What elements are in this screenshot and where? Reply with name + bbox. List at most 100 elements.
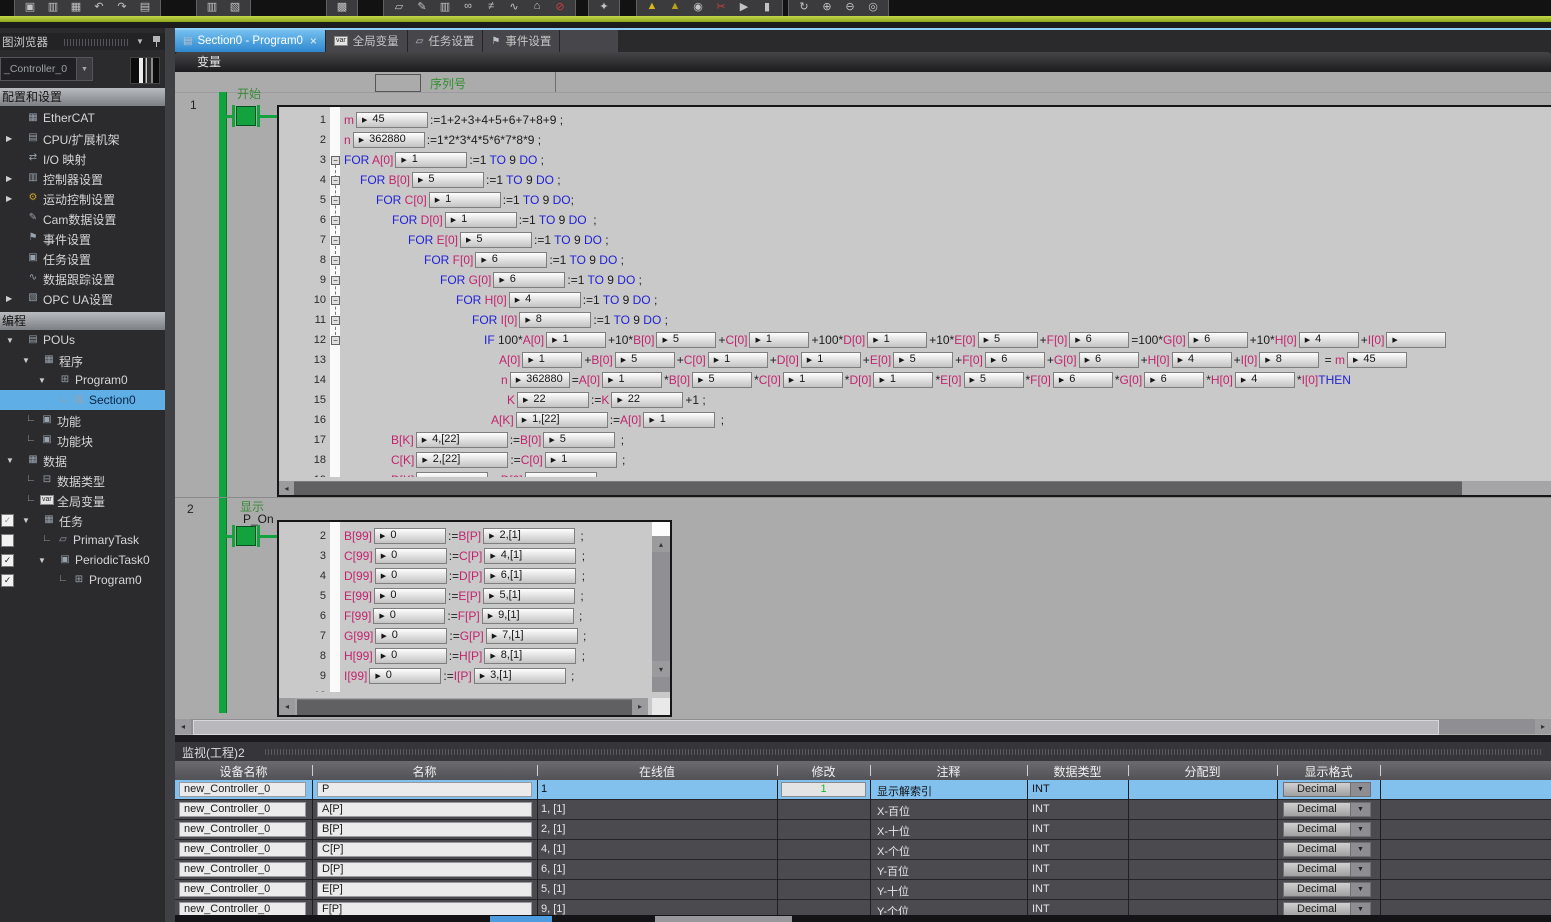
chevron-right-icon[interactable]: ▶ <box>6 294 12 303</box>
inline-watch-value[interactable]: ▶5,[1] <box>483 588 575 604</box>
chevron-down-icon[interactable]: ▼ <box>1350 803 1370 816</box>
inline-watch-value[interactable]: ▶8 <box>1259 352 1319 368</box>
wave-icon[interactable]: ∿ <box>504 0 524 15</box>
sidebar-item-OPC UA设置[interactable]: ▶▧OPC UA设置 <box>0 288 165 308</box>
inline-watch-value[interactable]: ▶1 <box>867 332 927 348</box>
display-format-select[interactable]: Decimal▼ <box>1283 902 1371 915</box>
sidebar-item-Section0[interactable]: ∟▤Section0 <box>0 390 165 410</box>
tab-section0-program0[interactable]: ▤Section0 - Program0× <box>175 30 326 52</box>
inline-watch-value[interactable]: ▶22 <box>611 392 683 408</box>
watch-table-row[interactable]: new_Controller_0B[P]2, [1]X-十位INTDecimal… <box>175 820 1551 840</box>
inline-watch-value[interactable]: ▶0 <box>374 588 446 604</box>
inline-watch-value[interactable]: ▶6 <box>1069 332 1129 348</box>
inline-watch-value[interactable]: ▶5 <box>412 172 484 188</box>
inline-watch-value[interactable]: ▶3,[1] <box>474 668 566 684</box>
watch-table-row[interactable]: new_Controller_0P11显示解索引INTDecimal▼ <box>175 780 1551 800</box>
inline-watch-value[interactable]: ▶ <box>525 472 597 477</box>
variable-name-cell[interactable]: E[P] <box>317 882 532 897</box>
tab-global-variables[interactable]: var全局变量 <box>326 30 408 52</box>
inline-watch-value[interactable]: ▶5 <box>964 372 1024 388</box>
fold-collapse-icon[interactable]: − <box>331 216 340 225</box>
scroll-right-icon[interactable]: ▸ <box>1535 719 1551 734</box>
inline-watch-value[interactable]: ▶45 <box>1347 352 1407 368</box>
sidebar-item-事件设置[interactable]: ⚑事件设置 <box>0 228 165 248</box>
scroll-down-icon[interactable]: ▾ <box>652 661 670 677</box>
inline-watch-value[interactable]: ▶5 <box>615 352 675 368</box>
sidebar-item-数据类型[interactable]: ∟⊟数据类型 <box>0 470 165 490</box>
cut-icon[interactable]: ✂ <box>711 0 731 15</box>
inline-watch-value[interactable]: ▶0 <box>375 628 447 644</box>
chevron-right-icon[interactable]: ▶ <box>6 174 12 183</box>
zoom-fit-icon[interactable]: ◎ <box>863 0 883 15</box>
paste-icon[interactable]: ▧ <box>225 0 245 15</box>
inline-watch-value[interactable]: ▶1 <box>545 452 617 468</box>
inline-watch-value[interactable]: ▶6,[1] <box>484 568 576 584</box>
inline-watch-value[interactable]: ▶ <box>1386 332 1446 348</box>
inline-watch-value[interactable]: ▶362880 <box>353 132 425 148</box>
chevron-down-icon[interactable]: ▼ <box>22 516 30 525</box>
new-page-icon[interactable]: ▱ <box>389 0 409 15</box>
fold-collapse-icon[interactable]: − <box>331 256 340 265</box>
inline-watch-value[interactable]: ▶7,[1] <box>486 628 578 644</box>
sidebar-item-Cam数据设置[interactable]: ✎Cam数据设置 <box>0 208 165 228</box>
pause-icon[interactable]: ▮ <box>757 0 777 15</box>
variable-name-cell[interactable]: D[P] <box>317 862 532 877</box>
inline-watch-value[interactable]: ▶0 <box>375 648 447 664</box>
variable-name-cell[interactable]: P <box>317 782 532 797</box>
fold-collapse-icon[interactable]: − <box>331 316 340 325</box>
sidebar-item-控制器设置[interactable]: ▶▥控制器设置 <box>0 168 165 188</box>
sidebar-item-任务设置[interactable]: ▣任务设置 <box>0 248 165 268</box>
inline-watch-value[interactable]: ▶45 <box>356 112 428 128</box>
device-name-cell[interactable]: new_Controller_0 <box>179 842 306 857</box>
inline-watch-value[interactable]: ▶5 <box>692 372 752 388</box>
inline-watch-value[interactable]: ▶5 <box>978 332 1038 348</box>
link-icon[interactable]: ∞ <box>458 0 478 15</box>
watch-table-row[interactable]: new_Controller_0D[P]6, [1]Y-百位INTDecimal… <box>175 860 1551 880</box>
inline-watch-value[interactable]: ▶362880 <box>510 372 570 388</box>
inline-watch-value[interactable]: ▶4 <box>1172 352 1232 368</box>
inline-watch-value[interactable]: ▶1 <box>749 332 809 348</box>
chevron-down-icon[interactable]: ▼ <box>1350 883 1370 896</box>
zoom-in-icon[interactable]: ⊕ <box>817 0 837 15</box>
watch-table-row[interactable]: new_Controller_0C[P]4, [1]X-个位INTDecimal… <box>175 840 1551 860</box>
variable-name-cell[interactable]: B[P] <box>317 822 532 837</box>
sidebar-item-功能块[interactable]: ∟▣功能块 <box>0 430 165 450</box>
pin-icon[interactable] <box>153 36 160 42</box>
chevron-right-icon[interactable]: ▶ <box>6 194 12 203</box>
binoculars-icon[interactable]: ◉ <box>688 0 708 15</box>
sidebar-item-数据跟踪设置[interactable]: ∿数据跟踪设置 <box>0 268 165 288</box>
inline-watch-value[interactable]: ▶0 <box>369 668 441 684</box>
unlink-icon[interactable]: ≠ <box>481 0 501 15</box>
undo-icon[interactable]: ↶ <box>89 0 109 15</box>
save-all-icon[interactable]: ▥ <box>43 0 63 15</box>
copy-icon[interactable]: ▥ <box>202 0 222 15</box>
inline-watch-value[interactable]: ▶8,[1] <box>484 648 576 664</box>
chevron-down-icon[interactable]: ▼ <box>22 356 30 365</box>
inline-watch-value[interactable]: ▶6 <box>1079 352 1139 368</box>
sidebar-item-Program0[interactable]: ▼⊞Program0 <box>0 370 165 390</box>
fold-collapse-icon[interactable]: − <box>331 236 340 245</box>
chevron-down-icon[interactable]: ▼ <box>1350 823 1370 836</box>
chevron-down-icon[interactable]: ▼ <box>1350 843 1370 856</box>
edit-icon[interactable]: ✎ <box>412 0 432 15</box>
variable-name-cell[interactable]: A[P] <box>317 802 532 817</box>
sidebar-item-Program0[interactable]: ✓∟⊞Program0 <box>0 570 165 590</box>
scroll-left-icon[interactable]: ◂ <box>279 481 294 495</box>
device-name-cell[interactable]: new_Controller_0 <box>179 882 306 897</box>
sidebar-item-CPU/扩展机架[interactable]: ▶▤CPU/扩展机架 <box>0 128 165 148</box>
save-icon[interactable]: ▣ <box>20 0 40 15</box>
inline-watch-value[interactable]: ▶2,[1] <box>483 528 575 544</box>
inline-watch-value[interactable]: ▶6 <box>493 272 565 288</box>
chevron-down-icon[interactable]: ▼ <box>38 376 46 385</box>
watch-table-row[interactable]: new_Controller_0A[P]1, [1]X-百位INTDecimal… <box>175 800 1551 820</box>
variable-name-cell[interactable]: C[P] <box>317 842 532 857</box>
delete-icon[interactable]: ▦ <box>66 0 86 15</box>
variables-bar[interactable]: 变量 <box>175 52 1551 72</box>
fold-collapse-icon[interactable]: − <box>331 336 340 345</box>
inline-watch-value[interactable]: ▶8 <box>519 312 591 328</box>
inline-watch-value[interactable]: ▶1 <box>602 372 662 388</box>
inline-watch-value[interactable]: ▶0 <box>374 528 446 544</box>
scrollbar-thumb[interactable] <box>294 481 1462 496</box>
checkbox-PrimaryTask[interactable] <box>1 534 14 547</box>
compare-icon[interactable]: ▥ <box>435 0 455 15</box>
